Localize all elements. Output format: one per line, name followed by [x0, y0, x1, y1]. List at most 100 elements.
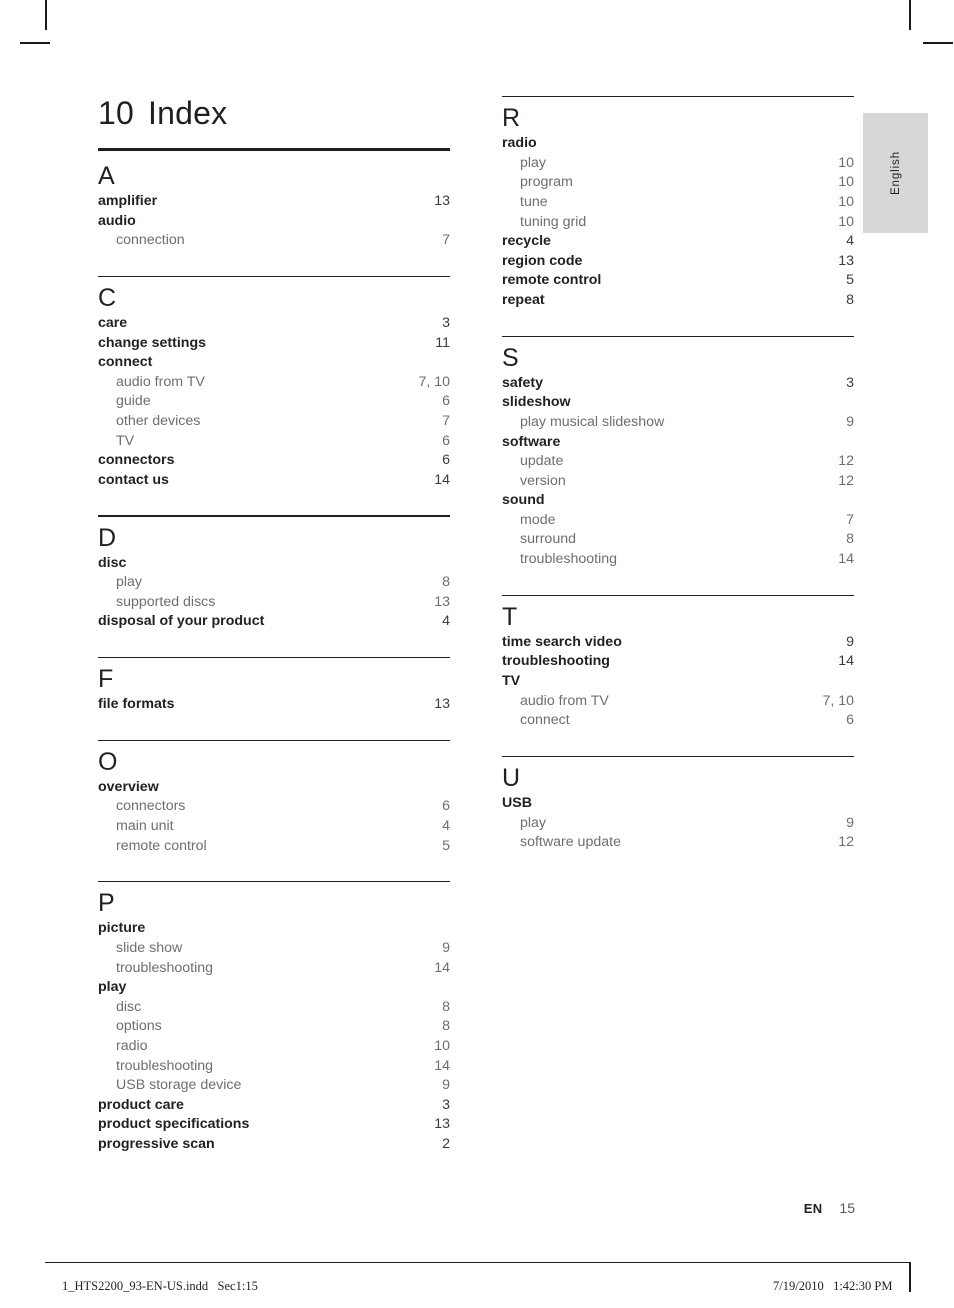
index-entry-label: supported discs — [116, 593, 216, 610]
index-entry[interactable]: TV — [502, 672, 854, 692]
index-subentry[interactable]: play 9 — [502, 814, 854, 834]
index-entry[interactable]: picture — [98, 919, 450, 939]
folio-language-code: EN — [803, 1201, 823, 1216]
index-entry-label: software — [502, 433, 561, 450]
index-subentry[interactable]: supported discs 13 — [98, 593, 450, 613]
index-entry-page-numbers: 14 — [434, 471, 450, 488]
index-entry-page-numbers: 7, 10 — [418, 373, 450, 390]
index-entry-page-numbers: 10 — [434, 1037, 450, 1054]
index-subentry[interactable]: software update 12 — [502, 833, 854, 853]
index-entry-page-numbers: 11 — [435, 334, 450, 351]
index-subentry[interactable]: main unit 4 — [98, 817, 450, 837]
index-entry-label: disc — [98, 554, 127, 571]
index-entry[interactable]: disposal of your product 4 — [98, 612, 450, 632]
index-entry[interactable]: sound — [502, 491, 854, 511]
index-entry-page-numbers: 9 — [442, 940, 450, 956]
index-entry-page-numbers: 5 — [442, 837, 450, 854]
index-subentry[interactable]: disc 8 — [98, 998, 450, 1018]
index-subentry[interactable]: troubleshooting 14 — [98, 1057, 450, 1077]
section-letter: F — [98, 665, 114, 694]
index-subentry[interactable]: program 10 — [502, 173, 854, 193]
index-entry-page-numbers: 12 — [838, 472, 854, 489]
index-entry[interactable]: recycle 4 — [502, 232, 854, 252]
index-entry[interactable]: slideshow — [502, 393, 854, 413]
index-entry-page-numbers: 7, 10 — [822, 692, 854, 709]
index-entry-page-numbers: 10 — [838, 154, 854, 171]
index-entry-page-numbers: 6 — [442, 393, 450, 410]
index-subentry[interactable]: tuning grid 10 — [502, 213, 854, 233]
index-section-u: U USB play 9 software update 12 — [502, 755, 854, 878]
index-subentry[interactable]: troubleshooting 14 — [98, 959, 450, 979]
index-subentry[interactable]: options 8 — [98, 1017, 450, 1037]
index-subentry[interactable]: slide show 9 — [98, 939, 450, 959]
index-entry[interactable]: change settings 11 — [98, 334, 450, 354]
index-entry[interactable]: product specifications 13 — [98, 1115, 450, 1135]
index-subentry[interactable]: connectors 6 — [98, 797, 450, 817]
index-subentry[interactable]: guide 6 — [98, 392, 450, 412]
index-entry[interactable]: amplifier 13 — [98, 192, 450, 212]
index-entry[interactable]: progressive scan 2 — [98, 1135, 450, 1155]
index-subentry[interactable]: connection 7 — [98, 231, 450, 251]
page-title-text: Index — [148, 95, 228, 131]
crop-mark-top-right-horizontal — [923, 42, 953, 44]
index-subentry[interactable]: play musical slideshow 9 — [502, 413, 854, 433]
index-subentry[interactable]: remote control 5 — [98, 837, 450, 857]
index-entry[interactable]: care 3 — [98, 314, 450, 334]
index-entry-page-numbers: 6 — [442, 452, 450, 469]
section-letter: A — [98, 162, 115, 190]
index-subentry[interactable]: mode 7 — [502, 511, 854, 531]
index-entry[interactable]: region code 13 — [502, 252, 854, 272]
index-entry[interactable]: play — [98, 978, 450, 998]
index-entry-page-numbers: 6 — [442, 798, 450, 815]
index-entry[interactable]: disc — [98, 554, 450, 574]
index-entry[interactable]: product care 3 — [98, 1096, 450, 1116]
index-entry-list: safety 3 slideshow play musical slideshow 9 s… — [502, 374, 854, 570]
index-subentry[interactable]: surround 8 — [502, 530, 854, 550]
index-entry-label: mode — [520, 511, 556, 528]
index-entry[interactable]: USB — [502, 794, 854, 814]
index-subentry[interactable]: update 12 — [502, 452, 854, 472]
index-subentry[interactable]: other devices 7 — [98, 412, 450, 432]
index-entry[interactable]: file formats 13 — [98, 695, 450, 715]
index-entry[interactable]: audio — [98, 212, 450, 232]
index-entry-label: version — [520, 472, 566, 489]
index-entry-label: troubleshooting — [116, 1057, 214, 1074]
index-entry-label: program — [520, 174, 573, 191]
index-subentry[interactable]: tune 10 — [502, 193, 854, 213]
index-entry[interactable]: software — [502, 433, 854, 453]
index-subentry[interactable]: radio 10 — [98, 1037, 450, 1057]
index-entry[interactable]: repeat 8 — [502, 291, 854, 311]
index-entry[interactable]: contact us 14 — [98, 471, 450, 491]
index-subentry[interactable]: TV 6 — [98, 432, 450, 452]
index-entry[interactable]: connect — [98, 353, 450, 373]
index-entry-label: play — [520, 814, 547, 831]
index-entry[interactable]: remote control 5 — [502, 271, 854, 291]
index-subentry[interactable]: USB storage device 9 — [98, 1076, 450, 1096]
index-subentry[interactable]: connect 6 — [502, 711, 854, 731]
index-entry[interactable]: connectors 6 — [98, 451, 450, 471]
production-footer-timestamp: 7/19/2010 1:42:30 PM — [773, 1279, 893, 1293]
index-entry[interactable]: time search video 9 — [502, 633, 854, 653]
index-entry-page-numbers: 13 — [434, 696, 450, 713]
index-entry[interactable]: safety 3 — [502, 374, 854, 394]
index-section-a: Aamplifier 13 audio connection 7 — [98, 155, 450, 276]
index-entry-label: care — [98, 314, 128, 331]
index-entry[interactable]: radio — [502, 134, 854, 154]
index-subentry[interactable]: play 8 — [98, 573, 450, 593]
index-entry-page-numbers: 7 — [442, 412, 450, 429]
index-subentry[interactable]: version 12 — [502, 472, 854, 492]
index-entry-label: connectors — [98, 452, 175, 469]
index-entry[interactable]: troubleshooting 14 — [502, 652, 854, 672]
index-subentry[interactable]: troubleshooting 14 — [502, 550, 854, 570]
index-entry-label: slideshow — [502, 394, 571, 411]
index-subentry[interactable]: audio from TV 7, 10 — [502, 692, 854, 712]
index-subentry[interactable]: audio from TV 7, 10 — [98, 373, 450, 393]
index-entry[interactable]: overview — [98, 778, 450, 798]
production-footer-filename: 1_HTS2200_93-EN-US.indd Sec1:15 — [62, 1279, 258, 1293]
index-entry-page-numbers: 12 — [838, 453, 854, 470]
folio: EN 15 — [804, 1200, 855, 1216]
index-entry-page-numbers: 8 — [846, 291, 854, 308]
index-subentry[interactable]: play 10 — [502, 154, 854, 174]
